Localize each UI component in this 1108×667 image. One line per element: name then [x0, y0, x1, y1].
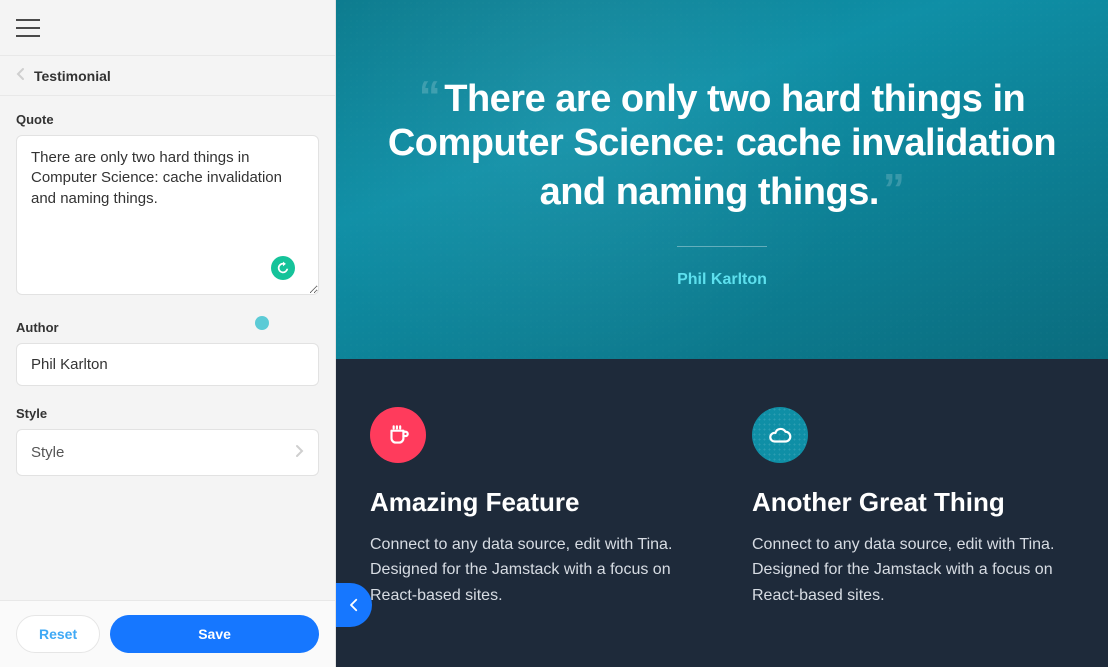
author-input[interactable]: [16, 343, 319, 386]
save-button[interactable]: Save: [110, 615, 319, 653]
reset-button[interactable]: Reset: [16, 615, 100, 653]
author-field-group: Author: [16, 320, 319, 386]
style-label: Style: [16, 406, 319, 421]
feature-card: Another Great Thing Connect to any data …: [752, 407, 1074, 619]
form: Quote Author Style Style: [0, 96, 335, 600]
feature-title: Amazing Feature: [370, 487, 692, 518]
breadcrumb-label: Testimonial: [34, 68, 111, 84]
style-field-group: Style Style: [16, 406, 319, 476]
testimonial-hero: There are only two hard things in Comput…: [336, 0, 1108, 359]
sidebar-footer: Reset Save: [0, 600, 335, 667]
grammarly-icon[interactable]: [271, 256, 295, 280]
preview-pane: There are only two hard things in Comput…: [336, 0, 1108, 667]
quote-label: Quote: [16, 112, 319, 127]
editor-sidebar: Testimonial Quote Author Style: [0, 0, 336, 667]
chevron-left-icon: [16, 67, 26, 84]
features-section: Amazing Feature Connect to any data sour…: [336, 359, 1108, 667]
feature-body: Connect to any data source, edit with Ti…: [370, 532, 692, 609]
feature-title: Another Great Thing: [752, 487, 1074, 518]
chevron-right-icon: [294, 442, 304, 463]
style-select[interactable]: Style: [16, 429, 319, 476]
style-select-value: Style: [31, 444, 64, 461]
breadcrumb[interactable]: Testimonial: [0, 56, 335, 96]
sidebar-header: [0, 0, 335, 56]
feature-body: Connect to any data source, edit with Ti…: [752, 532, 1074, 609]
hero-author: Phil Karlton: [376, 271, 1068, 289]
author-label: Author: [16, 320, 319, 335]
cloud-icon: [752, 407, 808, 463]
feature-card: Amazing Feature Connect to any data sour…: [370, 407, 692, 619]
quote-field-group: Quote: [16, 112, 319, 300]
hero-quote: There are only two hard things in Comput…: [376, 72, 1068, 216]
coffee-icon: [370, 407, 426, 463]
change-indicator-icon: [255, 316, 269, 330]
menu-icon[interactable]: [16, 19, 40, 37]
hero-divider: [677, 246, 767, 247]
